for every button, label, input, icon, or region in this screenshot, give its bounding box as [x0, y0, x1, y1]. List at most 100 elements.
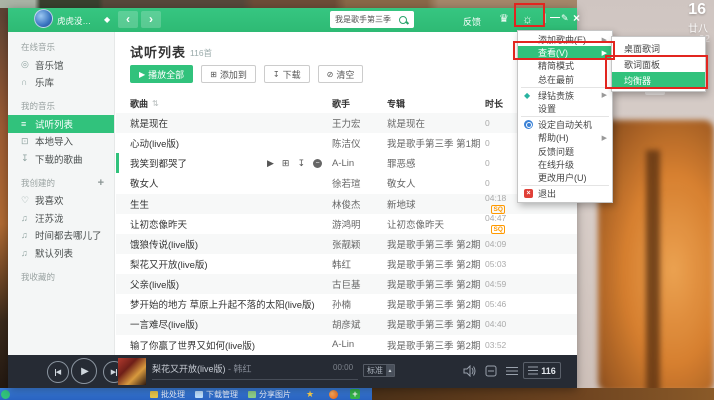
search-input[interactable]: 我是歌手第三季 — [330, 11, 414, 28]
table-row[interactable]: 一言难尽(live版)胡彦斌我是歌手第三季 第2期04:40 — [116, 314, 577, 334]
sidebar-item-试听列表[interactable]: ≡试听列表 — [8, 115, 114, 133]
sidebar-item-默认列表[interactable]: ♫默认列表 — [8, 244, 114, 262]
artist-cell[interactable]: 游鸿明 — [332, 217, 387, 231]
close-button[interactable]: × — [573, 11, 580, 25]
album-cell[interactable]: 我是歌手第三季 第1期 — [387, 136, 485, 150]
header-song[interactable]: 歌曲 — [130, 97, 148, 110]
album-cell[interactable]: 罪恶感 — [387, 156, 485, 170]
quality-selector[interactable]: 标准 ▲ — [363, 364, 395, 377]
add-icon[interactable]: ⊞ — [282, 158, 290, 169]
add-playlist-button[interactable]: + — [98, 177, 104, 189]
minimize-button[interactable]: — — [550, 12, 560, 23]
menu-item-退出[interactable]: ×退出 — [518, 187, 612, 200]
toolbar-button-清空[interactable]: ⊘清空 — [318, 65, 364, 83]
nav-back-button[interactable]: ‹ — [118, 11, 138, 28]
skin-brush-icon[interactable]: ✎ — [561, 13, 569, 24]
username[interactable]: 虎虎没… — [57, 15, 91, 27]
plus-icon[interactable]: + — [350, 389, 360, 399]
table-row[interactable]: 梨花又开放(live版)韩红我是歌手第三季 第2期05:03 — [116, 254, 577, 274]
album-cell[interactable]: 就是现在 — [387, 116, 485, 130]
menu-item-帮助(H)[interactable]: 帮助(H)▶ — [518, 131, 612, 144]
album-cell[interactable]: 我是歌手第三季 第2期 — [387, 338, 485, 352]
volume-icon[interactable] — [463, 365, 476, 377]
menu-item-反馈问题[interactable]: 反馈问题 — [518, 145, 612, 158]
artist-cell[interactable]: A-Lin — [332, 158, 387, 169]
vip-crown-icon[interactable]: ♛ — [499, 12, 509, 25]
table-row[interactable]: 生生林俊杰新地球04:18SQ — [116, 194, 577, 214]
play-button[interactable]: ▶ — [71, 358, 97, 384]
play-mode-icon[interactable] — [505, 366, 519, 376]
artist-cell[interactable]: 孙楠 — [332, 297, 387, 311]
album-cell[interactable]: 我是歌手第三季 第2期 — [387, 317, 485, 331]
avatar[interactable] — [34, 9, 53, 28]
sidebar-item-乐库[interactable]: ∩乐库 — [8, 74, 114, 92]
table-row[interactable]: 梦开始的地方 草原上升起不落的太阳(live版)孙楠我是歌手第三季 第2期05:… — [116, 294, 577, 314]
taskbar-item-下载管理[interactable]: 下载管理 — [195, 389, 238, 400]
artist-cell[interactable]: 徐若瑄 — [332, 176, 387, 190]
search-icon[interactable] — [399, 16, 407, 24]
table-row[interactable]: 敬女人徐若瑄敬女人0 — [116, 173, 577, 193]
menu-item-精简模式[interactable]: 精简模式 — [518, 59, 612, 72]
sort-icon[interactable]: ⇅ — [152, 99, 159, 108]
sidebar-item-汪苏泷[interactable]: ♫汪苏泷 — [8, 209, 114, 227]
song-count: 116首 — [190, 47, 212, 59]
browser-icon[interactable] — [329, 390, 338, 399]
table-row[interactable]: 输了你赢了世界又如何(live版)A-Lin我是歌手第三季 第2期03:52 — [116, 335, 577, 355]
background-window-strip — [0, 0, 577, 8]
album-cell[interactable]: 敬女人 — [387, 176, 485, 190]
header-artist[interactable]: 歌手 — [332, 97, 387, 110]
menu-item-在线升级[interactable]: 在线升级 — [518, 158, 612, 171]
artist-cell[interactable]: 胡彦斌 — [332, 317, 387, 331]
star-icon[interactable]: ★ — [306, 389, 314, 399]
sidebar-item-时间都去哪儿了[interactable]: ♫时间都去哪儿了 — [8, 227, 114, 245]
menu-item-设定自动关机[interactable]: 设定自动关机 — [518, 118, 612, 131]
header-album[interactable]: 专辑 — [387, 97, 485, 110]
artist-cell[interactable]: 陈洁仪 — [332, 136, 387, 150]
table-row[interactable]: 心动(live版)陈洁仪我是歌手第三季 第1期0 — [116, 133, 577, 153]
taskbar-item-批处理[interactable]: 批处理 — [150, 389, 185, 400]
menu-item-设置[interactable]: 设置 — [518, 102, 612, 115]
list-toolbar: ▶播放全部 ⊞添加到 ↧下载 ⊘清空 — [130, 65, 363, 83]
play-icon[interactable]: ▶ — [267, 158, 274, 169]
sidebar-item-我喜欢[interactable]: ♡我喜欢 — [8, 192, 114, 210]
album-cell[interactable]: 我是歌手第三季 第2期 — [387, 237, 485, 251]
feedback-button[interactable]: 反馈 — [463, 15, 481, 28]
table-row[interactable]: 让初恋像昨天游鸿明让初恋像昨天04:47SQ — [116, 214, 577, 234]
artist-cell[interactable]: 王力宏 — [332, 116, 387, 130]
artist-cell[interactable]: 张靓颖 — [332, 237, 387, 251]
nav-forward-button[interactable]: › — [141, 11, 161, 28]
sidebar-item-本地导入[interactable]: ⊡本地导入 — [8, 133, 114, 151]
menu-item-总在最前[interactable]: 总在最前 — [518, 73, 612, 86]
sidebar-item-音乐馆[interactable]: ◎音乐馆 — [8, 56, 114, 74]
playlist-toggle[interactable]: 116 — [523, 362, 561, 379]
lyrics-panel-icon[interactable] — [485, 365, 497, 377]
table-row[interactable]: 饿狼传说(live版)张靓颖我是歌手第三季 第2期04:09 — [116, 234, 577, 254]
download-icon[interactable]: ↧ — [297, 158, 305, 169]
taskbar-app-icon[interactable] — [1, 390, 10, 399]
album-cell[interactable]: 让初恋像昨天 — [387, 217, 485, 231]
delete-icon[interactable]: − — [313, 159, 322, 168]
album-cell[interactable]: 我是歌手第三季 第2期 — [387, 257, 485, 271]
taskbar-item-分享图片[interactable]: 分享图片 — [248, 389, 291, 400]
toolbar-button-下载[interactable]: ↧下载 — [264, 65, 310, 83]
previous-button[interactable]: ◀ — [47, 361, 69, 383]
album-cell[interactable]: 我是歌手第三季 第2期 — [387, 297, 485, 311]
artist-cell[interactable]: A-Lin — [332, 339, 387, 350]
submenu-item-桌面歌词[interactable]: 桌面歌词 — [612, 40, 705, 56]
artist-cell[interactable]: 古巨基 — [332, 277, 387, 291]
menu-item-更改用户(U)[interactable]: 更改用户(U) — [518, 171, 612, 184]
artist-cell[interactable]: 韩红 — [332, 257, 387, 271]
album-art[interactable] — [118, 358, 146, 385]
menu-item-绿钻贵族[interactable]: ◆绿钻贵族▶ — [518, 89, 612, 102]
header-duration[interactable]: 时长 — [485, 97, 519, 110]
progress-bar[interactable] — [152, 379, 358, 380]
toolbar-button-添加到[interactable]: ⊞添加到 — [201, 65, 256, 83]
table-row[interactable]: 父亲(live版)古巨基我是歌手第三季 第2期04:59 — [116, 274, 577, 294]
toolbar-button-播放全部[interactable]: ▶播放全部 — [130, 65, 193, 83]
artist-cell[interactable]: 林俊杰 — [332, 197, 387, 211]
album-cell[interactable]: 新地球 — [387, 197, 485, 211]
album-cell[interactable]: 我是歌手第三季 第2期 — [387, 277, 485, 291]
table-row[interactable]: 就是现在王力宏就是现在0 — [116, 113, 577, 133]
sidebar-item-下载的歌曲[interactable]: ↧下载的歌曲 — [8, 150, 114, 168]
table-row[interactable]: 我笑到都哭了▶⊞↧−A-Lin罪恶感0 — [116, 153, 577, 173]
